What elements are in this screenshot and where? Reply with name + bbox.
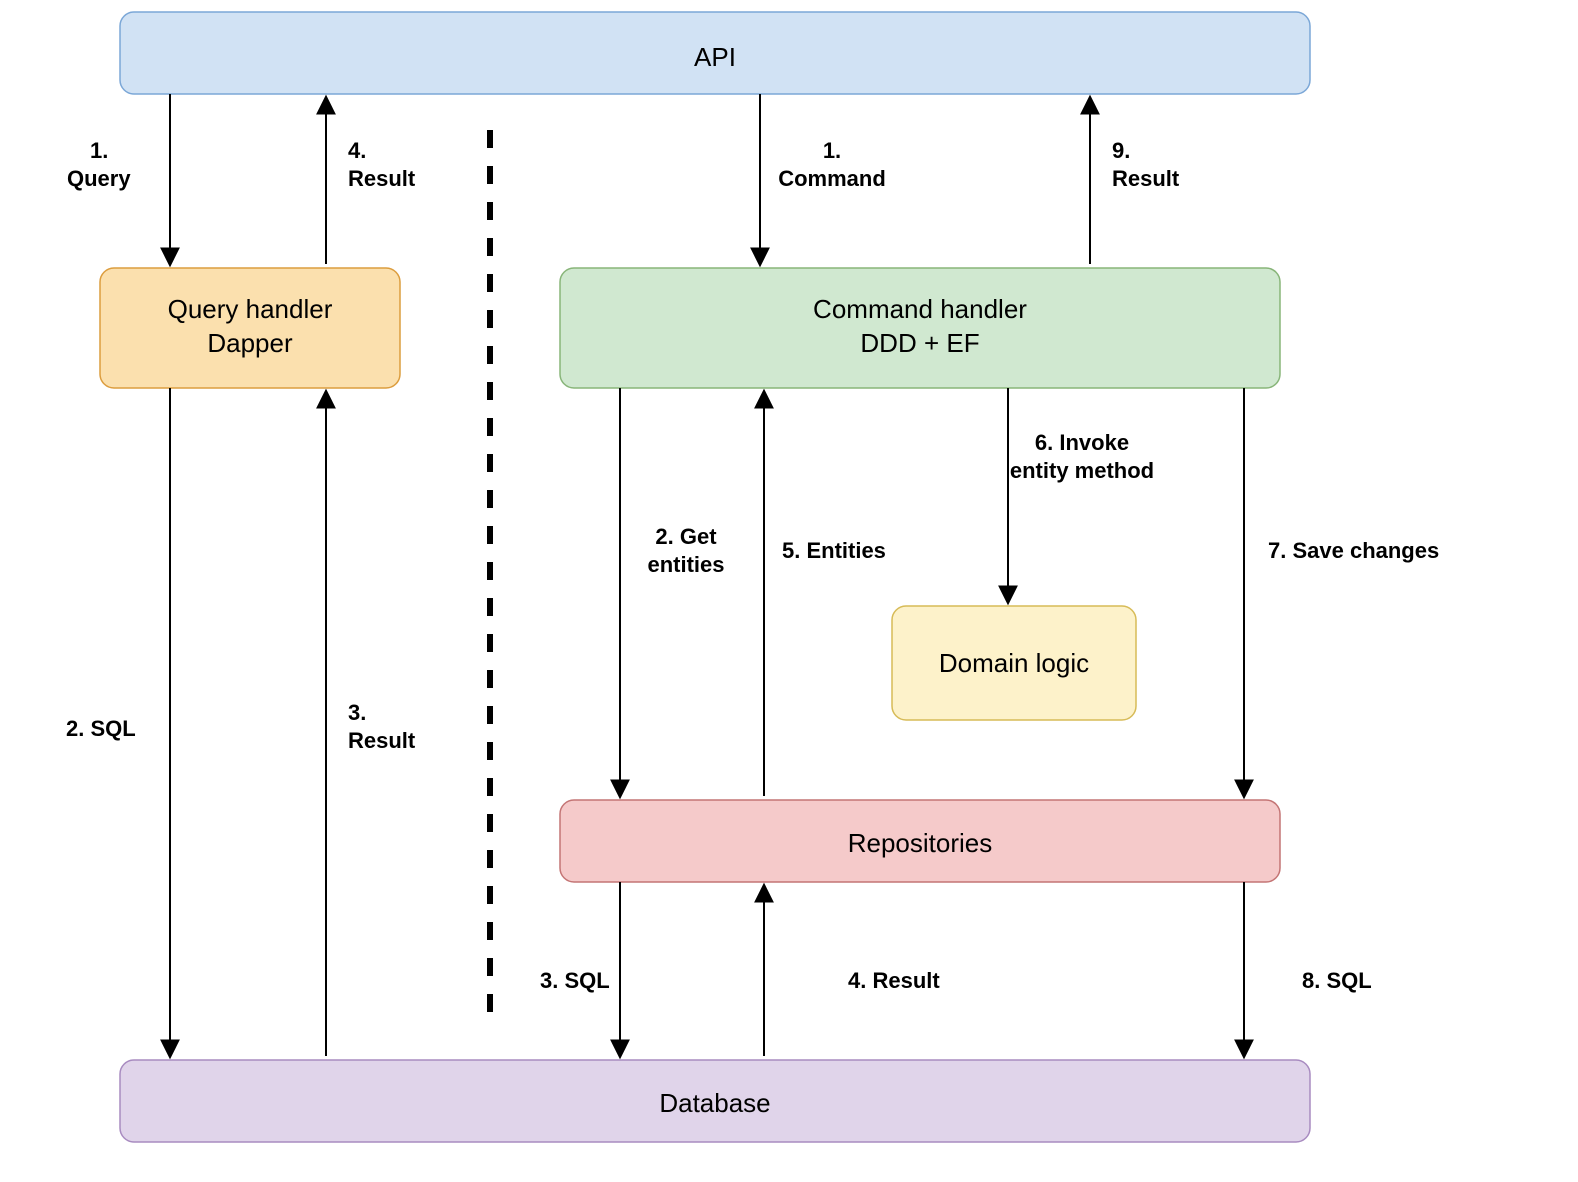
lbl-6i-b: entity method bbox=[1010, 458, 1154, 483]
lbl-9r-a: 9. bbox=[1112, 138, 1130, 163]
lbl-4r-a: 4. bbox=[348, 138, 366, 163]
lbl-3r-b: Result bbox=[348, 728, 416, 753]
lbl-1c-a: 1. bbox=[823, 138, 841, 163]
lbl-2g-a: 2. Get bbox=[655, 524, 717, 549]
architecture-diagram: API Query handler Dapper Command handler… bbox=[0, 0, 1578, 1182]
lbl-7s: 7. Save changes bbox=[1268, 538, 1439, 563]
lbl-1q-a: 1. bbox=[90, 138, 108, 163]
query-handler-l1: Query handler bbox=[168, 294, 333, 324]
lbl-8s: 8. SQL bbox=[1302, 968, 1372, 993]
domain-logic-label: Domain logic bbox=[939, 648, 1089, 678]
lbl-1c-b: Command bbox=[778, 166, 886, 191]
lbl-2g-b: entities bbox=[647, 552, 724, 577]
lbl-2s: 2. SQL bbox=[66, 716, 136, 741]
repositories-label: Repositories bbox=[848, 828, 993, 858]
command-handler-l2: DDD + EF bbox=[860, 328, 979, 358]
lbl-3s: 3. SQL bbox=[540, 968, 610, 993]
lbl-4r-b: Result bbox=[348, 166, 416, 191]
query-handler-l2: Dapper bbox=[207, 328, 293, 358]
lbl-9r-b: Result bbox=[1112, 166, 1180, 191]
lbl-6i-a: 6. Invoke bbox=[1035, 430, 1129, 455]
command-handler-l1: Command handler bbox=[813, 294, 1027, 324]
lbl-3r-a: 3. bbox=[348, 700, 366, 725]
lbl-5e: 5. Entities bbox=[782, 538, 886, 563]
lbl-1q-b: Query bbox=[67, 166, 131, 191]
database-label: Database bbox=[659, 1088, 770, 1118]
lbl-4res: 4. Result bbox=[848, 968, 940, 993]
api-label: API bbox=[694, 42, 736, 72]
